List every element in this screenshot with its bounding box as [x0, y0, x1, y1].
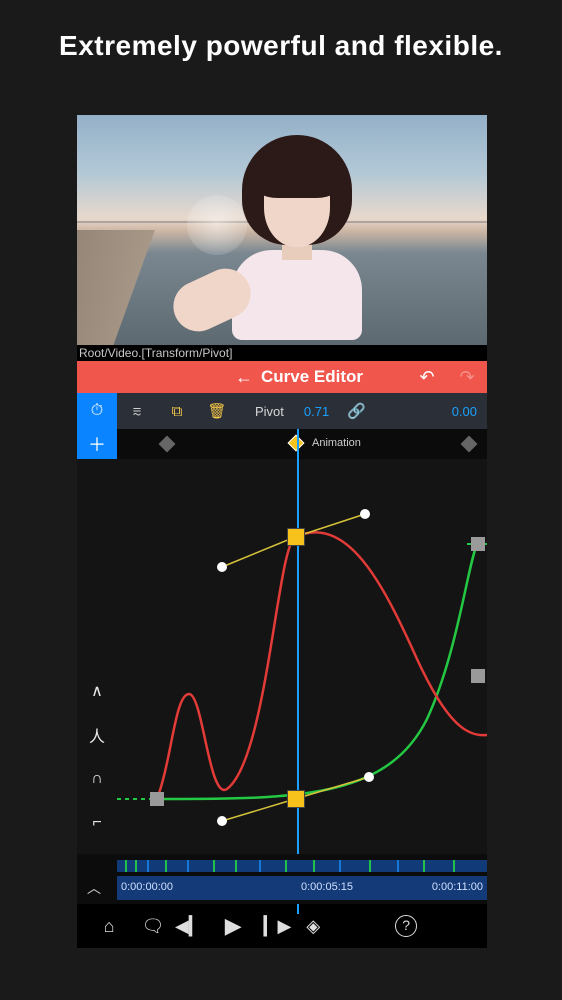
- value-x[interactable]: 0.71: [304, 404, 329, 419]
- graph-mode-icon[interactable]: ⩳: [117, 403, 157, 420]
- keyframe-handle[interactable]: [287, 790, 305, 808]
- keyframe-marker[interactable]: [461, 436, 478, 453]
- timestamp: 0:00:11:00: [432, 881, 483, 893]
- timeline[interactable]: ︿ 0:00:00:00 0:00:05:15: [77, 854, 487, 904]
- tangent-handle[interactable]: [217, 816, 227, 826]
- help-icon[interactable]: ?: [395, 915, 417, 937]
- playhead[interactable]: [297, 429, 299, 914]
- app-screenshot: Root/Video.[Transform/Pivot] ← Curve Edi…: [77, 115, 487, 948]
- comment-icon[interactable]: 🗨: [131, 916, 175, 937]
- add-keyframe-button[interactable]: ＋: [77, 429, 117, 459]
- tangent-handle[interactable]: [364, 772, 374, 782]
- copy-icon[interactable]: ⧉: [157, 403, 197, 420]
- ease-presets: ∧ 人 ∩ ⌐: [77, 459, 117, 854]
- timestamp: 0:00:00:00: [121, 881, 173, 893]
- home-icon[interactable]: ⌂: [87, 916, 131, 937]
- tangent-handle[interactable]: [360, 509, 370, 519]
- animation-label: Animation: [312, 437, 361, 449]
- curve-end-handle[interactable]: [150, 792, 164, 806]
- back-button[interactable]: ←: [227, 367, 261, 388]
- play-button[interactable]: ▶: [225, 913, 242, 939]
- curve-end-handle[interactable]: [471, 669, 485, 683]
- keyframe-marker[interactable]: [159, 436, 176, 453]
- keyframe-marker-selected[interactable]: [288, 435, 305, 452]
- param-label: Pivot: [255, 404, 284, 419]
- redo-button[interactable]: ↷: [447, 367, 487, 388]
- history-button[interactable]: ⏱: [77, 393, 117, 429]
- step-back-button[interactable]: ◀▎: [175, 916, 203, 937]
- ease-easeinout-icon[interactable]: 人: [84, 724, 110, 746]
- step-forward-button[interactable]: ▎▶: [264, 916, 292, 937]
- ease-bell-icon[interactable]: ∩: [84, 768, 110, 790]
- header-title: Curve Editor: [261, 367, 363, 387]
- undo-button[interactable]: ↶: [407, 367, 447, 388]
- delete-icon[interactable]: 🗑: [197, 402, 237, 420]
- link-icon[interactable]: 🔗: [347, 402, 366, 420]
- breadcrumb: Root/Video.[Transform/Pivot]: [77, 345, 487, 361]
- ease-step-icon[interactable]: ⌐: [84, 812, 110, 834]
- video-preview[interactable]: [77, 115, 487, 345]
- expand-timeline-icon[interactable]: ︿: [87, 878, 101, 898]
- curve-graph[interactable]: [117, 459, 487, 854]
- ease-linear-icon[interactable]: ∧: [84, 680, 110, 702]
- keyframe-handle[interactable]: [287, 528, 305, 546]
- curve-end-handle[interactable]: [471, 537, 485, 551]
- value-y[interactable]: 0.00: [452, 404, 477, 419]
- gem-icon[interactable]: ◈: [291, 916, 335, 937]
- tangent-handle[interactable]: [217, 562, 227, 572]
- timestamp: 0:00:05:15: [301, 881, 353, 893]
- page-title: Extremely powerful and flexible.: [0, 0, 562, 62]
